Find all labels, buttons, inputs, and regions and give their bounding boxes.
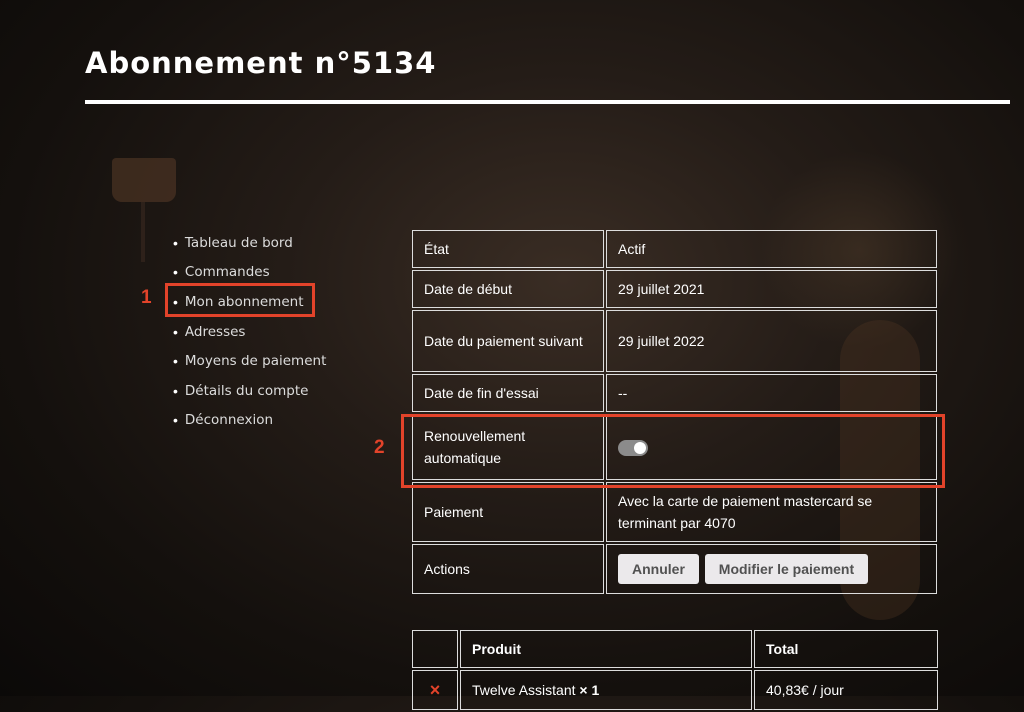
nav-item-dashboard[interactable]: Tableau de bord <box>173 228 326 258</box>
nav-item-payment-methods[interactable]: Moyens de paiement <box>173 346 326 376</box>
nav-item-label[interactable]: Adresses <box>185 324 246 340</box>
start-date-label: Date de début <box>412 270 604 308</box>
product-total: 40,83€ / jour <box>754 670 938 710</box>
subscription-details-table: État Actif Date de début 29 juillet 2021… <box>410 228 939 596</box>
background-lamp-pole <box>141 202 145 262</box>
page-title: Abonnement n°5134 <box>85 46 437 80</box>
products-table: Produit Total × Twelve Assistant × 1 40,… <box>410 628 940 712</box>
highlight-box-auto-renew <box>401 414 945 488</box>
total-header: Total <box>754 630 938 668</box>
annotation-number-2: 2 <box>374 437 385 458</box>
trial-end-label: Date de fin d'essai <box>412 374 604 412</box>
next-payment-label: Date du paiement suivant <box>412 310 604 372</box>
nav-item-label[interactable]: Moyens de paiement <box>185 353 326 369</box>
cancel-button[interactable]: Annuler <box>618 554 699 584</box>
payment-label: Paiement <box>412 482 604 542</box>
nav-item-addresses[interactable]: Adresses <box>173 317 326 347</box>
title-divider <box>85 100 1010 104</box>
highlight-box-subscription <box>165 283 315 317</box>
actions-cell: Annuler Modifier le paiement <box>606 544 937 594</box>
product-header: Produit <box>460 630 752 668</box>
start-date-value: 29 juillet 2021 <box>606 270 937 308</box>
nav-item-label[interactable]: Commandes <box>185 264 270 280</box>
account-nav: Tableau de bord Commandes Mon abonnement… <box>173 228 326 435</box>
next-payment-value: 29 juillet 2022 <box>606 310 937 372</box>
state-label: État <box>412 230 604 268</box>
product-name-cell: Twelve Assistant × 1 <box>460 670 752 710</box>
trial-end-value: -- <box>606 374 937 412</box>
actions-label: Actions <box>412 544 604 594</box>
remove-product-icon[interactable]: × <box>412 670 458 710</box>
nav-item-label[interactable]: Déconnexion <box>185 412 273 428</box>
state-value: Actif <box>606 230 937 268</box>
nav-item-logout[interactable]: Déconnexion <box>173 406 326 436</box>
payment-value: Avec la carte de paiement mastercard se … <box>606 482 937 542</box>
remove-header <box>412 630 458 668</box>
modify-payment-button[interactable]: Modifier le paiement <box>704 554 869 584</box>
nav-item-label[interactable]: Tableau de bord <box>185 235 293 251</box>
nav-item-label[interactable]: Détails du compte <box>185 383 309 399</box>
annotation-number-1: 1 <box>141 287 152 308</box>
background-lamp <box>112 158 176 202</box>
nav-item-account-details[interactable]: Détails du compte <box>173 376 326 406</box>
